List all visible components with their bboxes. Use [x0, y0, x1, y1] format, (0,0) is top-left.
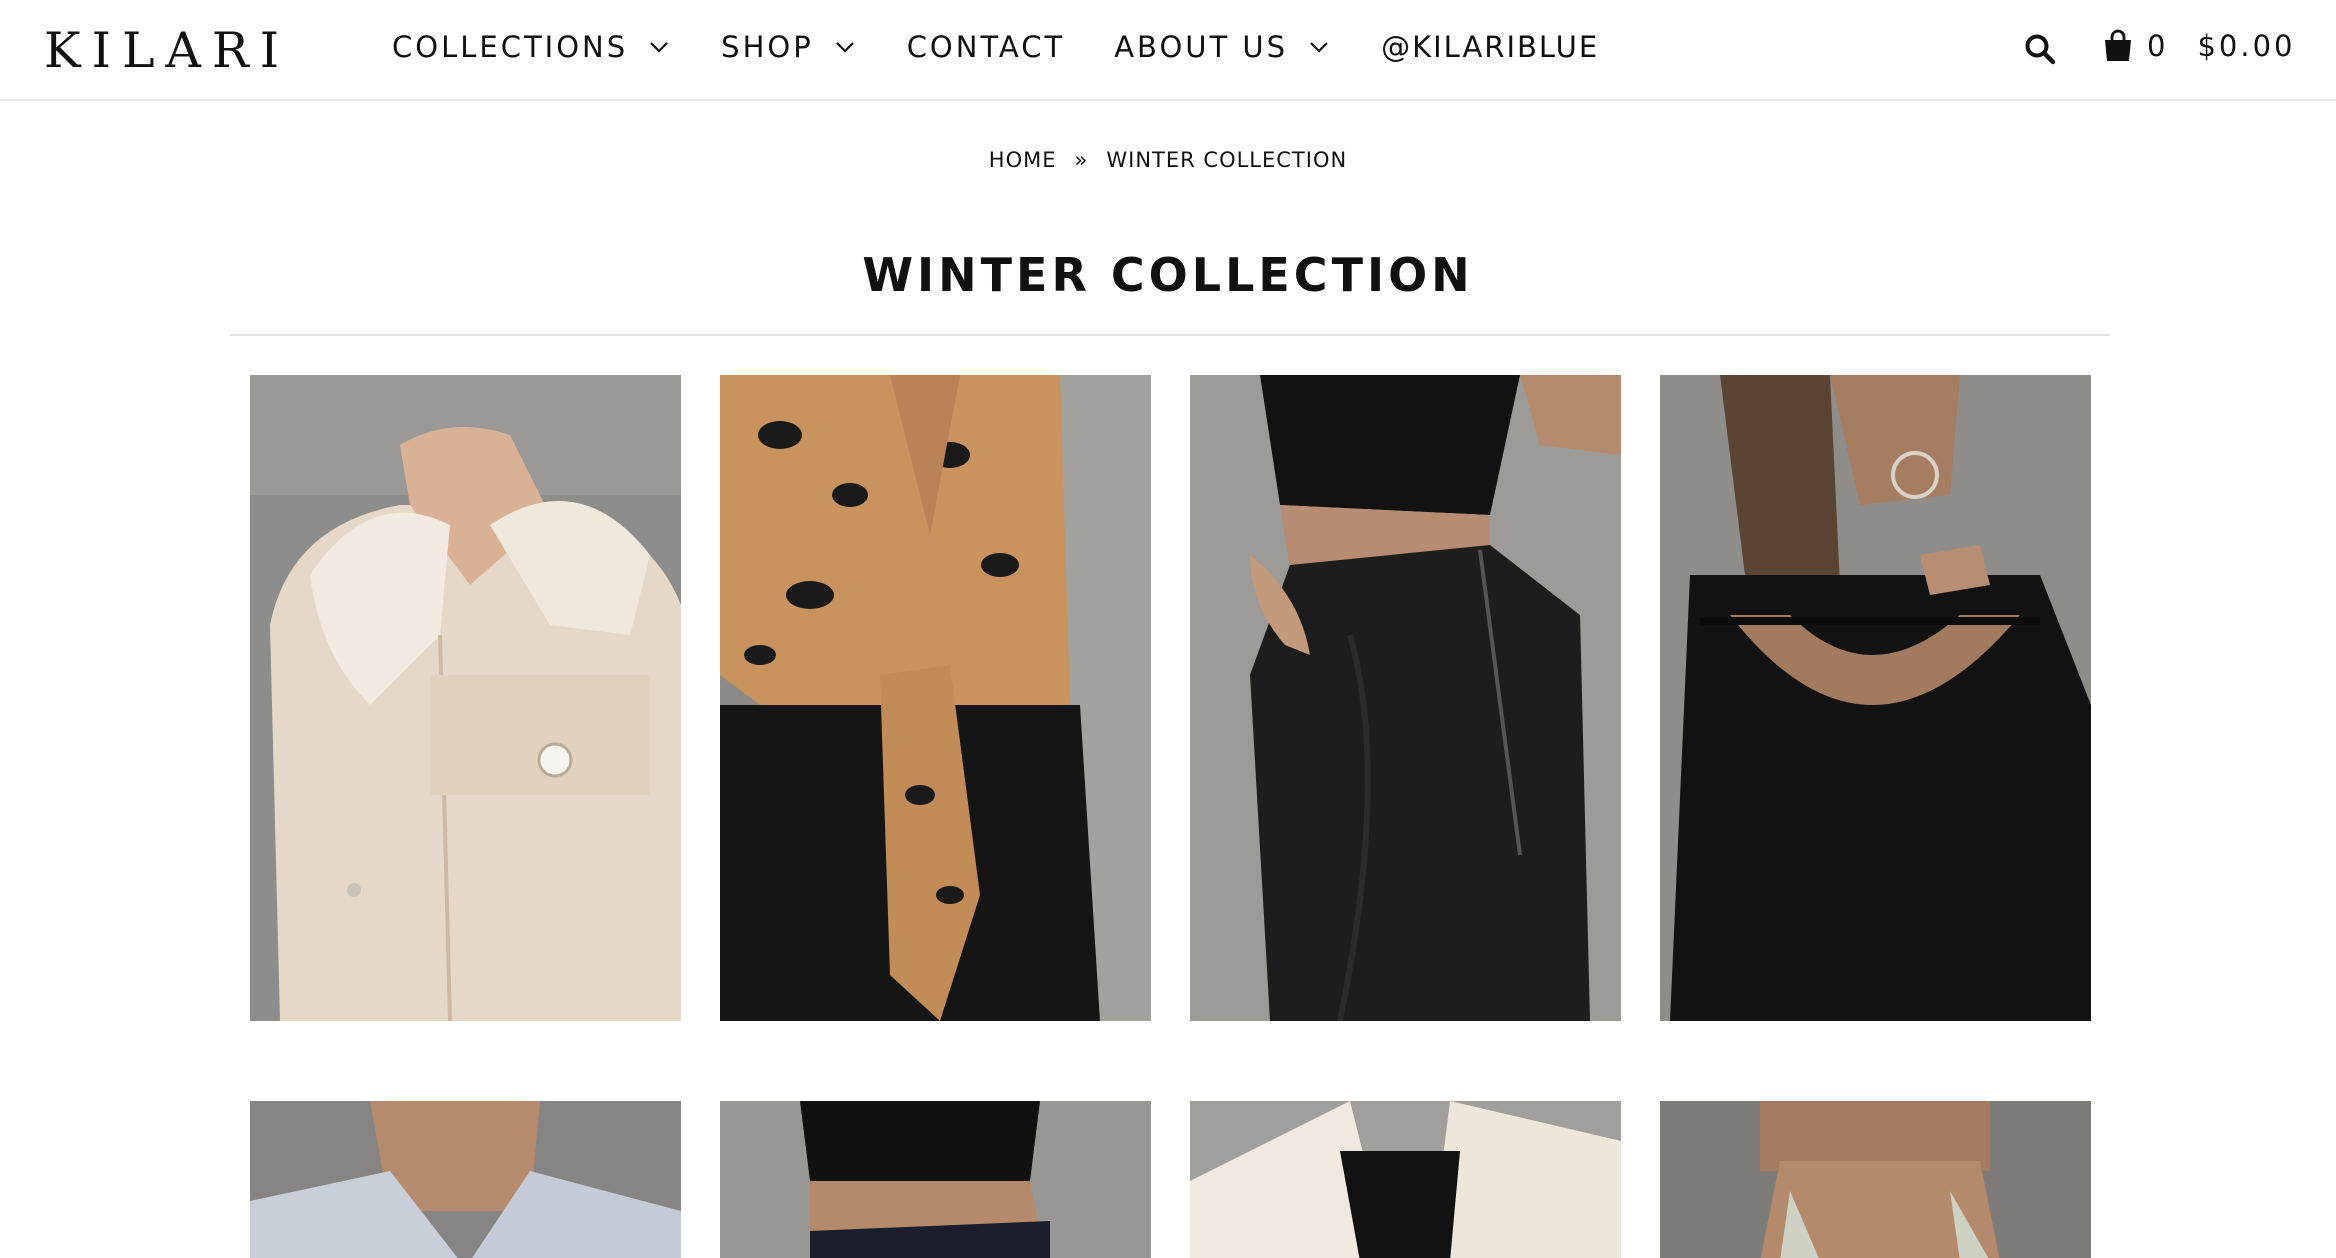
nav-item-label: COLLECTIONS: [392, 30, 629, 64]
site-header: KILARI COLLECTIONS SHOP CONTACT ABOUT US…: [0, 0, 2336, 101]
brand-logo[interactable]: KILARI: [44, 22, 290, 79]
main-nav: COLLECTIONS SHOP CONTACT ABOUT US @KILAR…: [392, 30, 1648, 64]
product-image: [720, 1101, 1151, 1258]
product-card-leather-pants[interactable]: [1190, 375, 1621, 1021]
cart-button[interactable]: 0 $0.00: [2102, 29, 2295, 63]
breadcrumb-separator: »: [1074, 148, 1089, 172]
product-image: [1190, 375, 1621, 1021]
breadcrumb: HOME » WINTER COLLECTION: [0, 148, 2336, 172]
nav-item-label: ABOUT US: [1114, 30, 1289, 64]
product-image: [1190, 1101, 1621, 1258]
page-title: WINTER COLLECTION: [862, 248, 1474, 302]
search-icon[interactable]: [2023, 32, 2057, 66]
nav-item-shop[interactable]: SHOP: [721, 30, 858, 64]
product-card-open-back-sweater[interactable]: [1660, 375, 2091, 1021]
title-divider: [230, 334, 2110, 336]
shopping-bag-icon: [2102, 29, 2134, 63]
product-image: [720, 375, 1151, 1021]
breadcrumb-home-link[interactable]: HOME: [989, 148, 1057, 172]
chevron-down-icon: [1306, 34, 1332, 60]
product-image: [1660, 375, 2091, 1021]
nav-item-collections[interactable]: COLLECTIONS: [392, 30, 672, 64]
product-image: [1660, 1101, 2091, 1258]
chevron-down-icon: [646, 34, 672, 60]
nav-item-instagram-handle[interactable]: @KILARIBLUE: [1381, 30, 1599, 64]
product-image: [250, 375, 681, 1021]
nav-item-label: SHOP: [721, 30, 814, 64]
product-card-blue-blazer[interactable]: [250, 1101, 681, 1258]
product-card-sherpa-jacket[interactable]: [250, 375, 681, 1021]
product-card-leopard-top[interactable]: [720, 375, 1151, 1021]
product-card-pinstripe-pants[interactable]: [720, 1101, 1151, 1258]
nav-item-label: @KILARIBLUE: [1381, 30, 1600, 64]
chevron-down-icon: [832, 34, 858, 60]
product-image: [250, 1101, 681, 1258]
cart-count: 0: [2147, 29, 2168, 63]
nav-item-contact[interactable]: CONTACT: [907, 30, 1066, 64]
product-card-cream-blazer[interactable]: [1190, 1101, 1621, 1258]
breadcrumb-current: WINTER COLLECTION: [1106, 148, 1348, 172]
nav-item-label: CONTACT: [906, 30, 1066, 64]
cart-total: $0.00: [2197, 29, 2296, 63]
nav-item-about-us[interactable]: ABOUT US: [1114, 30, 1332, 64]
product-card-sage-tank[interactable]: [1660, 1101, 2091, 1258]
